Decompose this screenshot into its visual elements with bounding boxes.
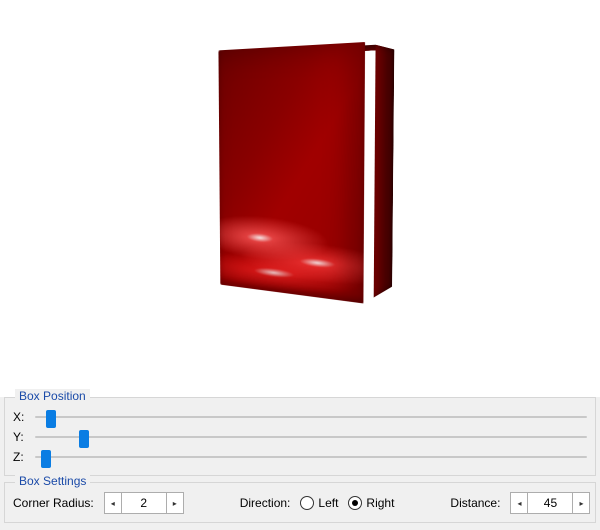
box-position-title: Box Position — [15, 389, 90, 403]
box-side-face — [374, 45, 395, 298]
triangle-right-icon: ▸ — [173, 499, 177, 508]
slider-y-label: Y: — [13, 430, 29, 444]
distance-stepper[interactable]: ◂ ▸ — [510, 492, 590, 514]
distance-input[interactable] — [528, 493, 572, 513]
triangle-right-icon: ▸ — [579, 499, 583, 508]
slider-y-row: Y: — [13, 427, 587, 447]
slider-y-thumb[interactable] — [79, 430, 89, 448]
box-position-group: Box Position X: Y: Z: — [4, 397, 596, 476]
box-settings-title: Box Settings — [15, 474, 90, 488]
distance-decrement[interactable]: ◂ — [511, 493, 528, 513]
distance-label: Distance: — [450, 496, 500, 510]
corner-radius-label: Corner Radius: — [13, 496, 94, 510]
triangle-left-icon: ◂ — [517, 499, 521, 508]
triangle-left-icon: ◂ — [111, 499, 115, 508]
slider-z-label: Z: — [13, 450, 29, 464]
preview-canvas — [0, 0, 600, 397]
corner-radius-stepper[interactable]: ◂ ▸ — [104, 492, 184, 514]
corner-radius-input[interactable] — [122, 493, 166, 513]
direction-label: Direction: — [240, 496, 291, 510]
slider-x-label: X: — [13, 410, 29, 424]
radio-icon — [348, 496, 362, 510]
slider-x-thumb[interactable] — [46, 410, 56, 428]
controls-panel: Box Position X: Y: Z: Box Settings — [0, 397, 600, 530]
box-settings-group: Box Settings Corner Radius: ◂ ▸ Directio… — [4, 482, 596, 523]
direction-left-radio[interactable]: Left — [300, 496, 338, 510]
slider-x[interactable] — [35, 410, 587, 424]
direction-right-label: Right — [366, 496, 394, 510]
direction-right-radio[interactable]: Right — [348, 496, 394, 510]
direction-left-label: Left — [318, 496, 338, 510]
corner-radius-increment[interactable]: ▸ — [166, 493, 183, 513]
slider-z-row: Z: — [13, 447, 587, 467]
corner-radius-decrement[interactable]: ◂ — [105, 493, 122, 513]
slider-x-row: X: — [13, 407, 587, 427]
slider-z[interactable] — [35, 450, 587, 464]
slider-y[interactable] — [35, 430, 587, 444]
box-front-face — [218, 42, 365, 304]
distance-increment[interactable]: ▸ — [572, 493, 589, 513]
slider-z-thumb[interactable] — [41, 450, 51, 468]
radio-icon — [300, 496, 314, 510]
